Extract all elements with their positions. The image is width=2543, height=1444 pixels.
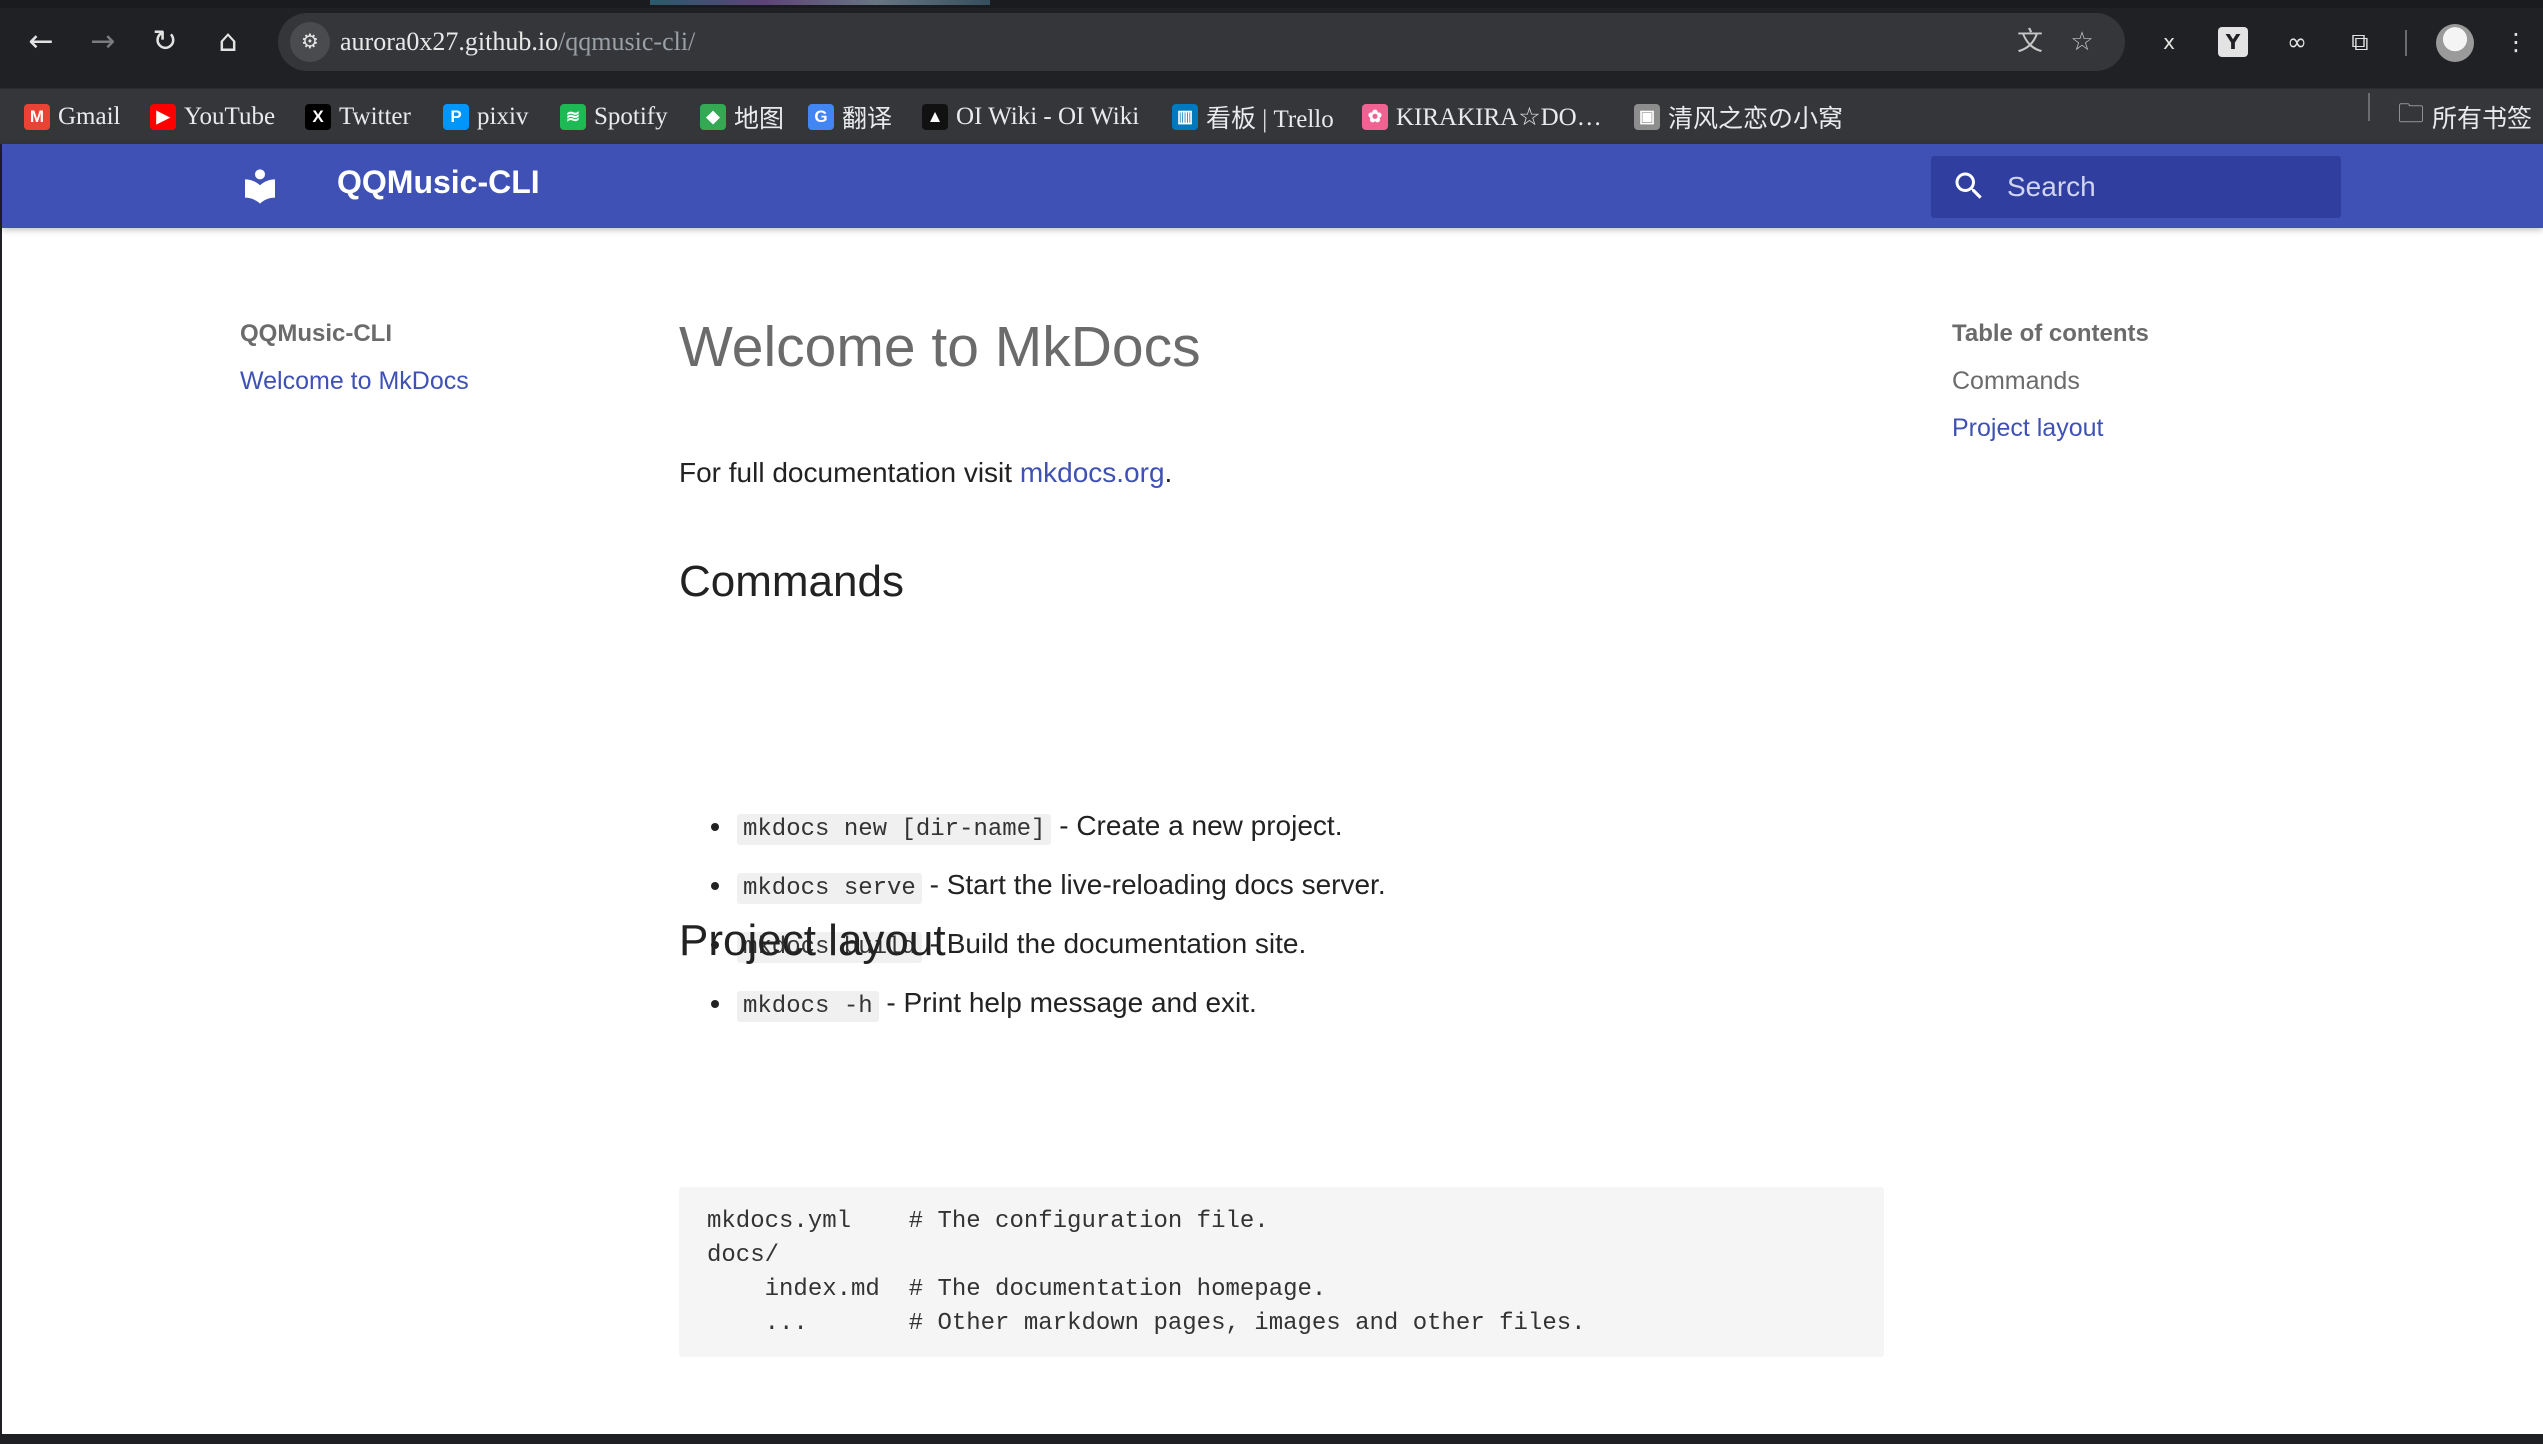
bookmarks-divider <box>2368 93 2370 121</box>
bookmark-3[interactable]: Ppixiv <box>443 89 528 145</box>
list-item: mkdocs new [dir-name] - Create a new pro… <box>679 805 1879 864</box>
spotify-icon: ≋ <box>560 104 586 130</box>
url-text[interactable]: aurora0x27.github.io/qqmusic-cli/ <box>340 27 695 57</box>
bookmark-9[interactable]: ✿ KIRAKIRA☆DO… <box>1362 89 1602 145</box>
translate-icon: G <box>808 104 834 130</box>
list-item: mkdocs serve - Start the live-reloading … <box>679 864 1879 923</box>
youtube-icon: ▶ <box>150 104 176 130</box>
search-box[interactable] <box>1931 156 2341 218</box>
all-bookmarks-folder[interactable]: 🗀 所有书签 <box>2398 89 2532 145</box>
table-of-contents: Table of contents Commands Project layou… <box>1952 320 2352 461</box>
reload-icon[interactable]: ↻ <box>143 20 187 64</box>
profile-avatar[interactable] <box>2436 24 2474 62</box>
search-input[interactable] <box>2007 164 2327 210</box>
extension-y-icon[interactable]: Y <box>2218 27 2248 57</box>
active-tab-edge[interactable] <box>650 0 990 5</box>
bookmarks-bar: M Gmail ▶ YouTube X Twitter Ppixiv ≋ Spotify ◆ 地图 G… <box>0 88 2543 144</box>
bookmark-5[interactable]: ◆ 地图 <box>700 89 784 145</box>
graduation-cap-icon: ▲ <box>922 104 948 130</box>
command-desc: - Build the documentation site. <box>921 928 1307 959</box>
folder-icon: 🗀 <box>2398 99 2425 129</box>
toc-item-project-layout[interactable]: Project layout <box>1952 414 2352 461</box>
home-icon[interactable]: ⌂ <box>206 20 250 64</box>
command-code: mkdocs serve <box>737 873 922 904</box>
tab-strip <box>0 0 2543 8</box>
project-layout-heading: Project layout <box>679 916 946 965</box>
forward-icon[interactable]: → <box>81 20 125 64</box>
all-bookmarks-label: 所有书签 <box>2432 106 2533 133</box>
command-desc: - Create a new project. <box>1051 810 1343 841</box>
bookmark-label: 地图 <box>734 106 785 133</box>
url-host: aurora0x27.github.io <box>340 27 559 56</box>
bookmark-2[interactable]: X Twitter <box>305 89 411 145</box>
toolbar-divider <box>2405 30 2407 56</box>
book-logo-icon[interactable] <box>240 166 280 206</box>
extension-glasses-icon[interactable]: ∞ <box>2277 22 2317 62</box>
bookmark-4[interactable]: ≋ Spotify <box>560 89 668 145</box>
intro-paragraph: For full documentation visit mkdocs.org. <box>679 457 1172 489</box>
pixiv-icon: P <box>443 104 469 130</box>
x-icon: X <box>305 104 331 130</box>
bookmark-6[interactable]: G 翻译 <box>808 89 892 145</box>
mkdocs-link[interactable]: mkdocs.org <box>1020 457 1165 488</box>
site-header: QQMusic-CLI <box>2 144 2543 228</box>
flower-icon: ✿ <box>1362 104 1388 130</box>
commands-heading: Commands <box>679 557 904 606</box>
command-code: mkdocs -h <box>737 991 879 1022</box>
toc-title: Table of contents <box>1952 320 2149 347</box>
bookmark-label: Twitter <box>339 103 411 130</box>
back-icon[interactable]: ← <box>19 20 63 64</box>
toc-item-commands[interactable]: Commands <box>1952 367 2352 414</box>
bookmark-label: KIRAKIRA☆DO… <box>1396 104 1602 131</box>
bookmark-star-icon[interactable]: ☆ <box>2063 23 2101 61</box>
command-code: mkdocs new [dir-name] <box>737 814 1052 845</box>
page-title: Welcome to MkDocs <box>679 315 1201 379</box>
bookmark-label: YouTube <box>184 103 276 130</box>
bookmark-10[interactable]: ▣ 清风之恋の小窝 <box>1634 89 1843 145</box>
bookmark-label: Spotify <box>594 103 668 130</box>
bookmark-0[interactable]: M Gmail <box>24 89 121 145</box>
project-layout-code: mkdocs.yml # The configuration file. doc… <box>707 1208 1586 1337</box>
browser-toolbar: ← → ↻ ⌂ ⚙ aurora0x27.github.io/qqmusic-c… <box>0 0 2543 88</box>
intro-end: . <box>1164 457 1173 488</box>
bookmark-label: 看板 | Trello <box>1206 106 1334 133</box>
intro-text: For full documentation visit <box>679 457 1020 488</box>
command-desc: - Print help message and exit. <box>878 987 1257 1018</box>
search-icon[interactable] <box>1951 168 1987 204</box>
translate-page-icon[interactable]: 文 <box>2011 23 2049 61</box>
trello-icon: ▥ <box>1172 104 1198 130</box>
bookmark-label: OI Wiki - OI Wiki <box>956 103 1140 130</box>
bookmark-label: 翻译 <box>842 106 893 133</box>
bookmark-label: 清风之恋の小窝 <box>1668 106 1844 133</box>
bookmark-7[interactable]: ▲ OI Wiki - OI Wiki <box>922 89 1139 145</box>
bookmark-1[interactable]: ▶ YouTube <box>150 89 275 145</box>
bookmark-label: Gmail <box>58 103 121 130</box>
primary-nav: QQMusic-CLI Welcome to MkDocs <box>240 320 620 396</box>
bookmark-label: pixiv <box>477 103 529 130</box>
nav-title: QQMusic-CLI <box>240 320 393 347</box>
page-viewport: QQMusic-CLI QQMusic-CLI Welcome to MkDoc… <box>2 144 2543 1434</box>
gmail-icon: M <box>24 104 50 130</box>
site-info-icon[interactable]: ⚙ <box>290 22 330 62</box>
site-thumbnail-icon: ▣ <box>1634 104 1660 130</box>
project-layout-code-block: mkdocs.yml # The configuration file. doc… <box>679 1187 1884 1357</box>
address-bar[interactable]: ⚙ aurora0x27.github.io/qqmusic-cli/ 文 ☆ <box>278 13 2125 71</box>
maps-icon: ◆ <box>700 104 726 130</box>
site-title[interactable]: QQMusic-CLI <box>337 164 540 201</box>
list-item: mkdocs -h - Print help message and exit. <box>679 982 1879 1041</box>
url-path: /qqmusic-cli/ <box>558 27 696 56</box>
extension-x-icon[interactable]: x <box>2149 22 2189 62</box>
bookmark-8[interactable]: ▥ 看板 | Trello <box>1172 89 1334 145</box>
menu-kebab-icon[interactable]: ⋮ <box>2496 22 2536 62</box>
extensions-puzzle-icon[interactable]: ⧉ <box>2340 22 2380 62</box>
nav-item-welcome[interactable]: Welcome to MkDocs <box>240 367 620 396</box>
command-desc: - Start the live-reloading docs server. <box>921 869 1386 900</box>
